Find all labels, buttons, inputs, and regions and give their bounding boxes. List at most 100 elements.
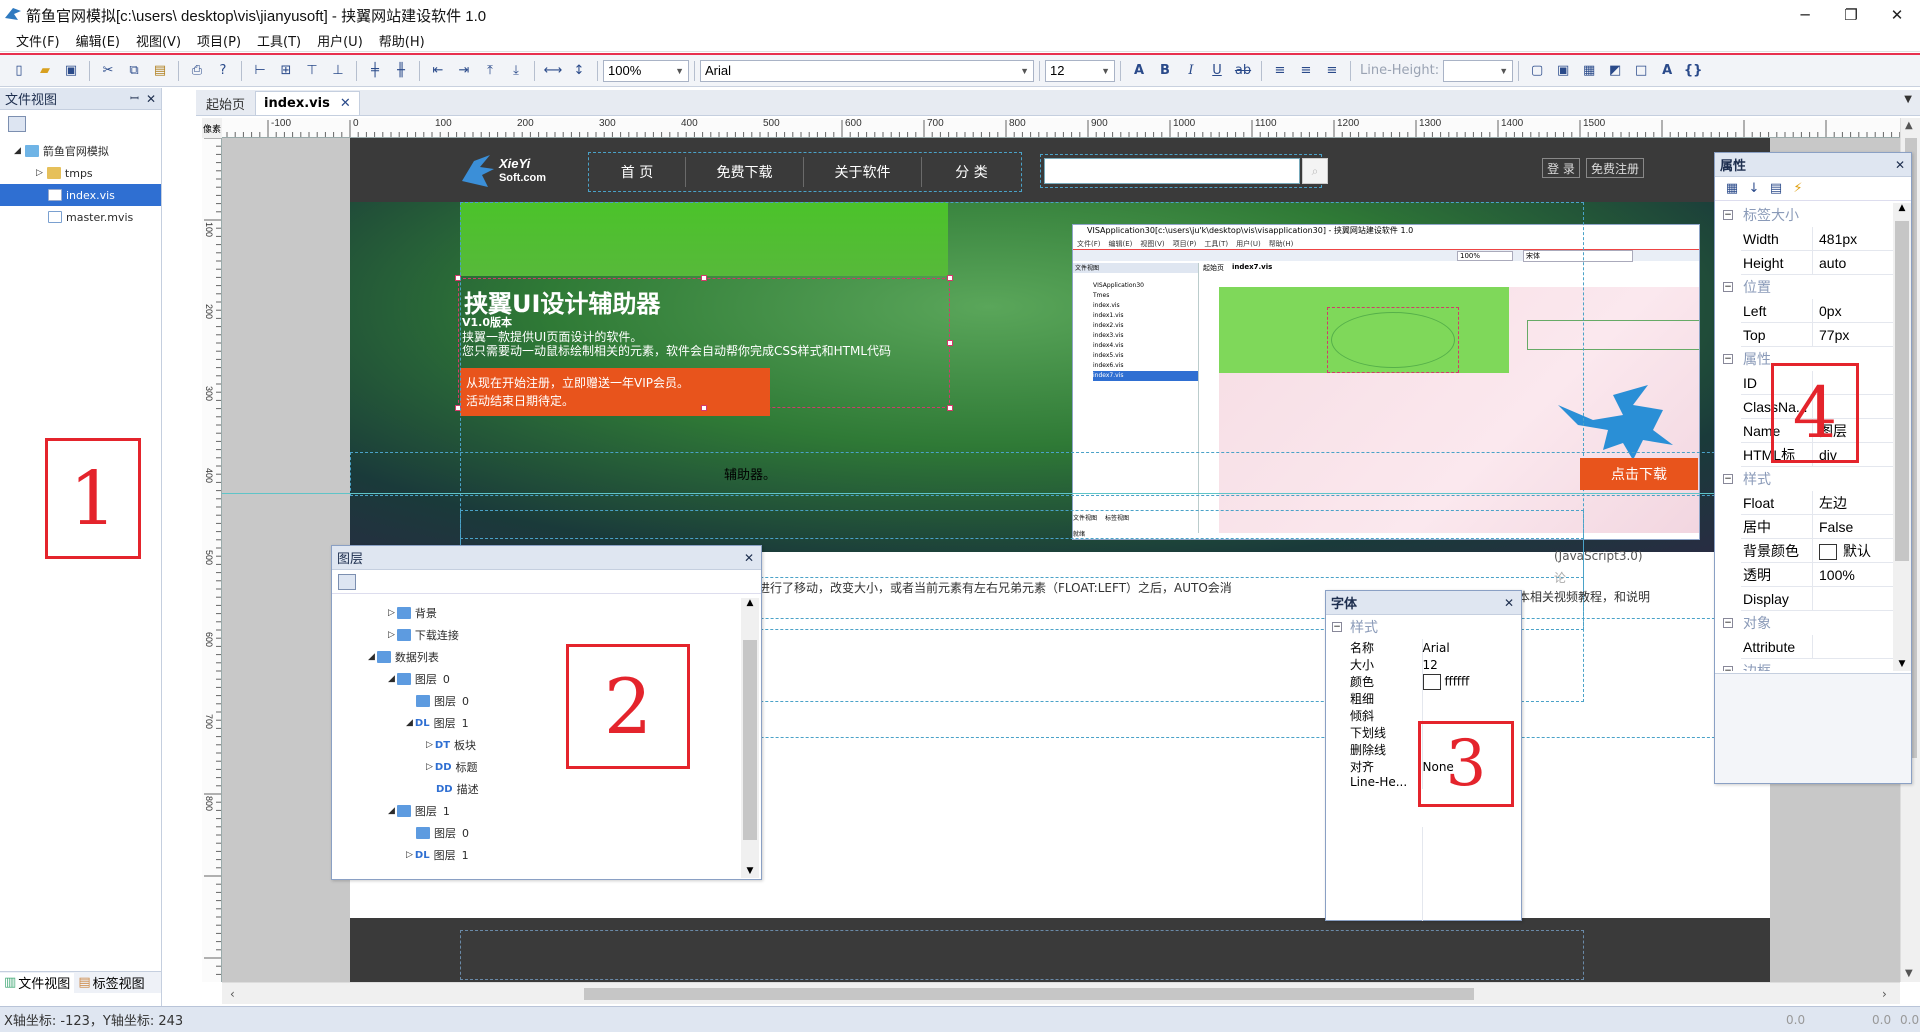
categorized-icon[interactable]: ▦ — [1723, 178, 1741, 200]
tree-item-index-vis[interactable]: index.vis — [0, 184, 161, 206]
font-row[interactable]: 名称 Arial — [1350, 639, 1518, 656]
props-row[interactable]: Float 左边 — [1741, 490, 1893, 515]
layers-scroll-thumb[interactable] — [743, 640, 757, 840]
code-icon[interactable]: {} — [1682, 60, 1704, 82]
align-top-icon[interactable]: ⊤ — [301, 60, 323, 82]
register-button[interactable]: 免费注册 — [1586, 158, 1644, 178]
underline-icon[interactable]: U — [1206, 60, 1228, 82]
close-icon[interactable]: ✕ — [146, 92, 156, 106]
menu-view[interactable]: 视图(V) — [136, 31, 181, 50]
color-swatch[interactable] — [1422, 673, 1441, 690]
properties-icon[interactable] — [8, 116, 26, 132]
font-size-select[interactable]: 12 ▼ — [1045, 59, 1115, 82]
box-icon[interactable]: ▣ — [1552, 60, 1574, 82]
props-row[interactable]: Left 0px — [1741, 298, 1893, 323]
center-horizontal-icon[interactable]: ╪ — [364, 60, 386, 82]
collapse-icon[interactable]: − — [1723, 474, 1733, 484]
props-row[interactable]: Top 77px — [1741, 322, 1893, 347]
props-category[interactable]: − 对象 — [1715, 611, 1893, 635]
nav-home[interactable]: 首 页 — [589, 157, 685, 187]
layer-item[interactable]: 图层 0 — [336, 822, 741, 844]
tab-tag-view[interactable]: ▤ 标签视图 — [74, 973, 148, 992]
align-right-icon[interactable]: ⇥ — [453, 60, 475, 82]
expand-arrow-icon[interactable]: ◢ — [368, 652, 375, 662]
scroll-up-icon[interactable]: ▲ — [1893, 203, 1911, 213]
layers-props-icon[interactable] — [338, 573, 356, 590]
cut-icon[interactable]: ✂ — [97, 60, 119, 82]
align-bottom-edge-icon[interactable]: ⤓ — [505, 60, 527, 82]
layer-icon[interactable]: ▢ — [1526, 60, 1548, 82]
font-row[interactable]: 粗细 — [1350, 690, 1518, 707]
menu-user[interactable]: 用户(U) — [317, 31, 363, 50]
bold-icon[interactable]: B — [1154, 60, 1176, 82]
collapse-icon[interactable]: − — [1723, 666, 1733, 671]
text-align-left-icon[interactable]: ≡ — [1269, 60, 1291, 82]
new-file-icon[interactable]: ▯ — [8, 60, 30, 82]
align-left-edge-icon[interactable]: ⊢ — [249, 60, 271, 82]
properties-scroll-thumb[interactable] — [1895, 221, 1909, 561]
tab-index-vis[interactable]: index.vis ✕ — [255, 91, 360, 115]
text-icon[interactable]: A — [1656, 60, 1678, 82]
tree-item-tmps[interactable]: ▷ tmps — [0, 162, 161, 184]
tree-item-master-mvis[interactable]: master.mvis — [0, 206, 161, 228]
font-row[interactable]: 大小 12 — [1350, 656, 1518, 673]
pin-icon[interactable]: ꟷ — [130, 91, 139, 106]
horizontal-scrollbar[interactable]: ‹ › — [222, 982, 1900, 1004]
scroll-right-icon[interactable]: › — [1882, 987, 1887, 1001]
italic-icon[interactable]: I — [1180, 60, 1202, 82]
collapse-arrow-icon[interactable]: ▷ — [426, 740, 433, 750]
layer-item[interactable]: ▷ 下载连接 — [336, 624, 741, 646]
search-input[interactable] — [1044, 158, 1300, 184]
layer-item[interactable]: DD 描述 — [336, 778, 741, 800]
font-category[interactable]: − 样式 — [1326, 615, 1521, 639]
print-icon[interactable]: ⎙ — [186, 60, 208, 82]
props-row[interactable]: Attribute — [1741, 634, 1893, 659]
font-family-select[interactable]: Arial ▼ — [700, 59, 1034, 82]
minimize-button[interactable]: ─ — [1782, 0, 1828, 30]
line-height-select[interactable]: ▼ — [1443, 59, 1514, 82]
menu-tools[interactable]: 工具(T) — [257, 31, 301, 50]
props-row[interactable]: 居中 False — [1741, 514, 1893, 539]
sort-az-icon[interactable]: ↓ — [1745, 178, 1763, 200]
border-icon[interactable]: □ — [1630, 60, 1652, 82]
login-button[interactable]: 登 录 — [1542, 158, 1580, 178]
events-icon[interactable]: ⚡ — [1789, 178, 1807, 200]
text-align-right-icon[interactable]: ≡ — [1321, 60, 1343, 82]
save-icon[interactable]: ▣ — [60, 60, 82, 82]
properties-list-icon[interactable]: ▤ — [1767, 178, 1785, 200]
collapse-arrow-icon[interactable]: ▷ — [388, 608, 395, 618]
collapse-icon[interactable]: − — [1723, 354, 1733, 364]
search-icon[interactable]: ⌕ — [1302, 158, 1328, 184]
download-button[interactable]: 点击下载 — [1580, 458, 1698, 490]
tab-start-page[interactable]: 起始页 — [196, 91, 255, 115]
layer-item[interactable]: ▷ 背景 — [336, 602, 741, 624]
layer-item[interactable]: ▷ DL 图层 1 — [336, 844, 741, 866]
collapse-arrow-icon[interactable]: ▷ — [426, 762, 433, 772]
expand-arrow-icon[interactable]: ◢ — [388, 806, 395, 816]
center-vertical-icon[interactable]: ╫ — [390, 60, 412, 82]
props-row[interactable]: Width 481px — [1741, 226, 1893, 251]
scroll-up-icon[interactable]: ▲ — [741, 598, 759, 608]
props-row[interactable]: Height auto — [1741, 250, 1893, 275]
properties-scrollbar[interactable]: ▲ ▼ — [1893, 203, 1911, 671]
picture-icon[interactable]: ◩ — [1604, 60, 1626, 82]
collapse-icon[interactable]: − — [1723, 210, 1733, 220]
props-category[interactable]: − 样式 — [1715, 467, 1893, 491]
strikethrough-icon[interactable]: ab — [1232, 60, 1254, 82]
scroll-left-icon[interactable]: ‹ — [230, 987, 235, 1001]
horizontal-scroll-thumb[interactable] — [584, 988, 1474, 1000]
font-row[interactable]: 颜色 ffffff — [1350, 673, 1518, 690]
nav-download[interactable]: 免费下载 — [685, 157, 803, 187]
layers-scrollbar[interactable]: ▲ ▼ — [741, 598, 759, 878]
collapse-icon[interactable]: − — [1332, 622, 1342, 632]
menu-edit[interactable]: 编辑(E) — [76, 31, 120, 50]
tabs-dropdown-icon[interactable]: ▼ — [1904, 94, 1912, 105]
maximize-button[interactable]: ❐ — [1828, 0, 1874, 30]
collapse-arrow-icon[interactable]: ▷ — [406, 850, 413, 860]
props-row[interactable]: 背景颜色 默认 — [1741, 538, 1893, 563]
image-icon[interactable]: ▦ — [1578, 60, 1600, 82]
menu-project[interactable]: 项目(P) — [197, 31, 241, 50]
color-swatch[interactable] — [1819, 543, 1837, 560]
site-logo[interactable]: XieYi Soft.com — [460, 146, 546, 196]
tab-file-view[interactable]: ▥ 文件视图 — [0, 972, 75, 993]
